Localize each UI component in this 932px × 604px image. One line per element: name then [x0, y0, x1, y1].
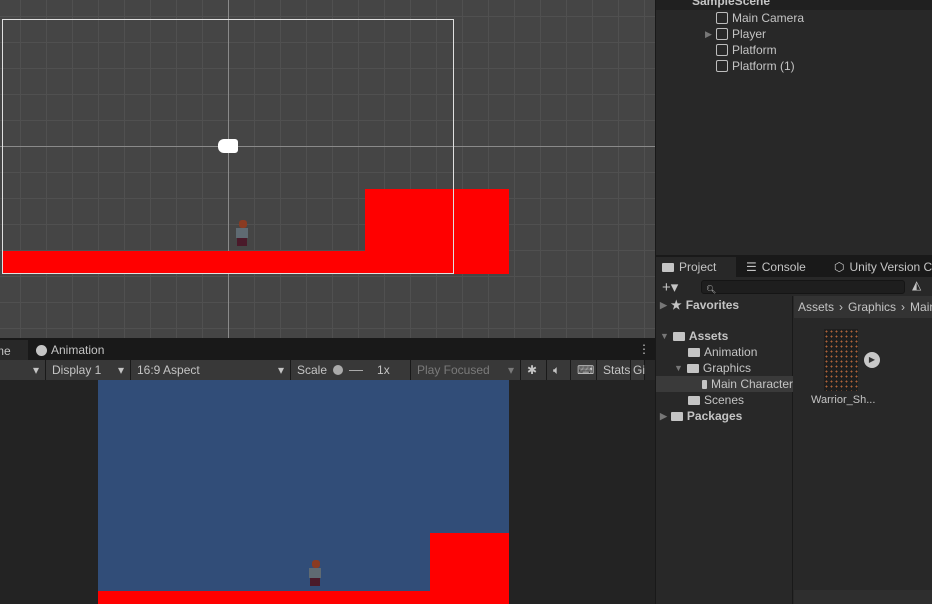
project-status-bar [794, 590, 932, 604]
breadcrumb: Assets› Graphics› Main Character [794, 296, 932, 318]
more-menu-icon[interactable]: ⋮ [638, 342, 650, 356]
scale-slider[interactable]: Scale 1x [291, 360, 411, 380]
tree-label: Graphics [702, 361, 751, 375]
scene-view[interactable] [0, 0, 655, 338]
game-mode-dropdown[interactable]: ▾ [0, 360, 46, 380]
game-render-area [98, 380, 509, 604]
gameobject-icon [716, 28, 728, 40]
bug-icon[interactable]: ✱ [521, 360, 547, 380]
project-tree: ▶ ★ Favorites ▼ Assets Animation ▼ Graphics … [656, 296, 793, 604]
display-label: Display 1 [52, 363, 102, 377]
play-mode-label: Play Focused [417, 363, 490, 377]
tab-game-label: Game [0, 344, 11, 358]
folder-open-icon [672, 331, 685, 341]
tree-graphics[interactable]: ▼ Graphics [674, 360, 751, 376]
audio-icon[interactable]: 🔈︎ [547, 360, 571, 380]
tree-main-character-selected[interactable]: Main Character [656, 376, 793, 392]
console-icon: ☰ [746, 260, 757, 274]
item-label: Player [732, 27, 767, 41]
filter-type-icon[interactable]: ◭ [912, 278, 921, 292]
scale-value: 1x [377, 363, 390, 377]
tree-favorites[interactable]: ▶ ★ Favorites [660, 297, 739, 313]
tree-scenes[interactable]: Scenes [688, 392, 744, 408]
asset-label: Warrior_Sh... [811, 394, 876, 406]
item-label: Platform [732, 43, 777, 57]
scale-slider-handle[interactable] [333, 365, 344, 375]
tree-label: Scenes [704, 393, 745, 407]
tab-version-control[interactable]: ⬡ Unity Version Control [828, 257, 932, 277]
hierarchy-item-platform-1[interactable]: Platform (1) [716, 58, 795, 74]
tab-animation-label: Animation [51, 343, 105, 357]
tab-project[interactable]: Project [656, 257, 736, 277]
tree-label: Packages [686, 409, 743, 423]
item-label: Main Camera [732, 11, 805, 25]
aspect-label: 16:9 Aspect [137, 363, 200, 377]
hierarchy-item-player[interactable]: ▶ Player [705, 26, 767, 42]
stats-label: Stats [603, 363, 631, 377]
version-control-icon: ⬡ [834, 260, 845, 274]
tab-label: Unity Version Control [849, 260, 932, 274]
tab-animation[interactable]: Animation [36, 343, 104, 357]
tree-label: Main Character [710, 377, 793, 391]
game-player-sprite [309, 560, 323, 590]
tree-assets[interactable]: ▼ Assets [660, 328, 728, 344]
play-focused-dropdown[interactable]: Play Focused ▾ [411, 360, 521, 380]
keyboard-icon[interactable]: ⌨ [571, 360, 597, 380]
hierarchy-item-main-camera[interactable]: Main Camera [716, 10, 804, 26]
gizmos-label: Gi [633, 363, 645, 377]
folder-open-icon [686, 363, 699, 373]
item-label: Platform (1) [732, 59, 795, 73]
expand-arrow-icon[interactable]: ▶ [705, 29, 712, 40]
folder-icon [688, 347, 700, 357]
create-button[interactable]: +▾ [662, 278, 678, 296]
tab-game[interactable]: Game [0, 340, 28, 360]
tree-animation[interactable]: Animation [688, 344, 757, 360]
breadcrumb-item[interactable]: Assets [798, 300, 834, 314]
tree-packages[interactable]: ▶ Packages [660, 408, 742, 424]
scale-label: Scale [297, 363, 328, 377]
right-panel: SampleScene Main Camera ▶ Player Platform… [656, 0, 932, 604]
hierarchy-scene-row[interactable]: SampleScene [656, 0, 932, 10]
gameobject-icon [716, 44, 728, 56]
search-icon: 🔍︎ [706, 285, 717, 294]
game-tab-bar: Game Animation ⋮ [0, 340, 655, 360]
gameobject-icon [716, 60, 728, 72]
tree-label: Assets [688, 329, 729, 343]
player-sprite[interactable] [236, 220, 250, 250]
folder-icon [670, 411, 683, 421]
camera-gizmo-icon[interactable] [218, 139, 238, 153]
stats-button[interactable]: Stats [597, 360, 631, 380]
aspect-dropdown[interactable]: 16:9 Aspect ▾ [131, 360, 291, 380]
breadcrumb-item[interactable]: Main Character [910, 300, 932, 314]
tab-label: Console [761, 260, 806, 274]
folder-icon [662, 262, 674, 272]
tree-label: Favorites [685, 298, 740, 312]
clock-icon [36, 344, 47, 356]
tree-label: Animation [704, 345, 758, 359]
tab-label: Project [679, 260, 717, 274]
asset-thumbnail-warrior[interactable] [824, 329, 858, 391]
gizmos-button[interactable]: Gi [631, 360, 645, 380]
scene-name: SampleScene [692, 0, 771, 8]
game-toolbar: ▾ Display 1 ▾ 16:9 Aspect ▾ Scale 1x Play F… [0, 360, 655, 380]
hierarchy-item-platform[interactable]: Platform [716, 42, 777, 58]
breadcrumb-item[interactable]: Graphics [848, 300, 896, 314]
folder-icon [688, 395, 700, 405]
display-dropdown[interactable]: Display 1 ▾ [46, 360, 131, 380]
folder-icon [702, 379, 707, 389]
game-view[interactable] [0, 380, 655, 604]
game-platform-1 [430, 533, 509, 604]
play-preview-icon[interactable]: ▶ [864, 352, 880, 368]
project-search-input[interactable]: 🔍︎ [701, 280, 905, 294]
tab-console[interactable]: ☰ Console [740, 257, 812, 277]
gameobject-icon [716, 12, 728, 24]
